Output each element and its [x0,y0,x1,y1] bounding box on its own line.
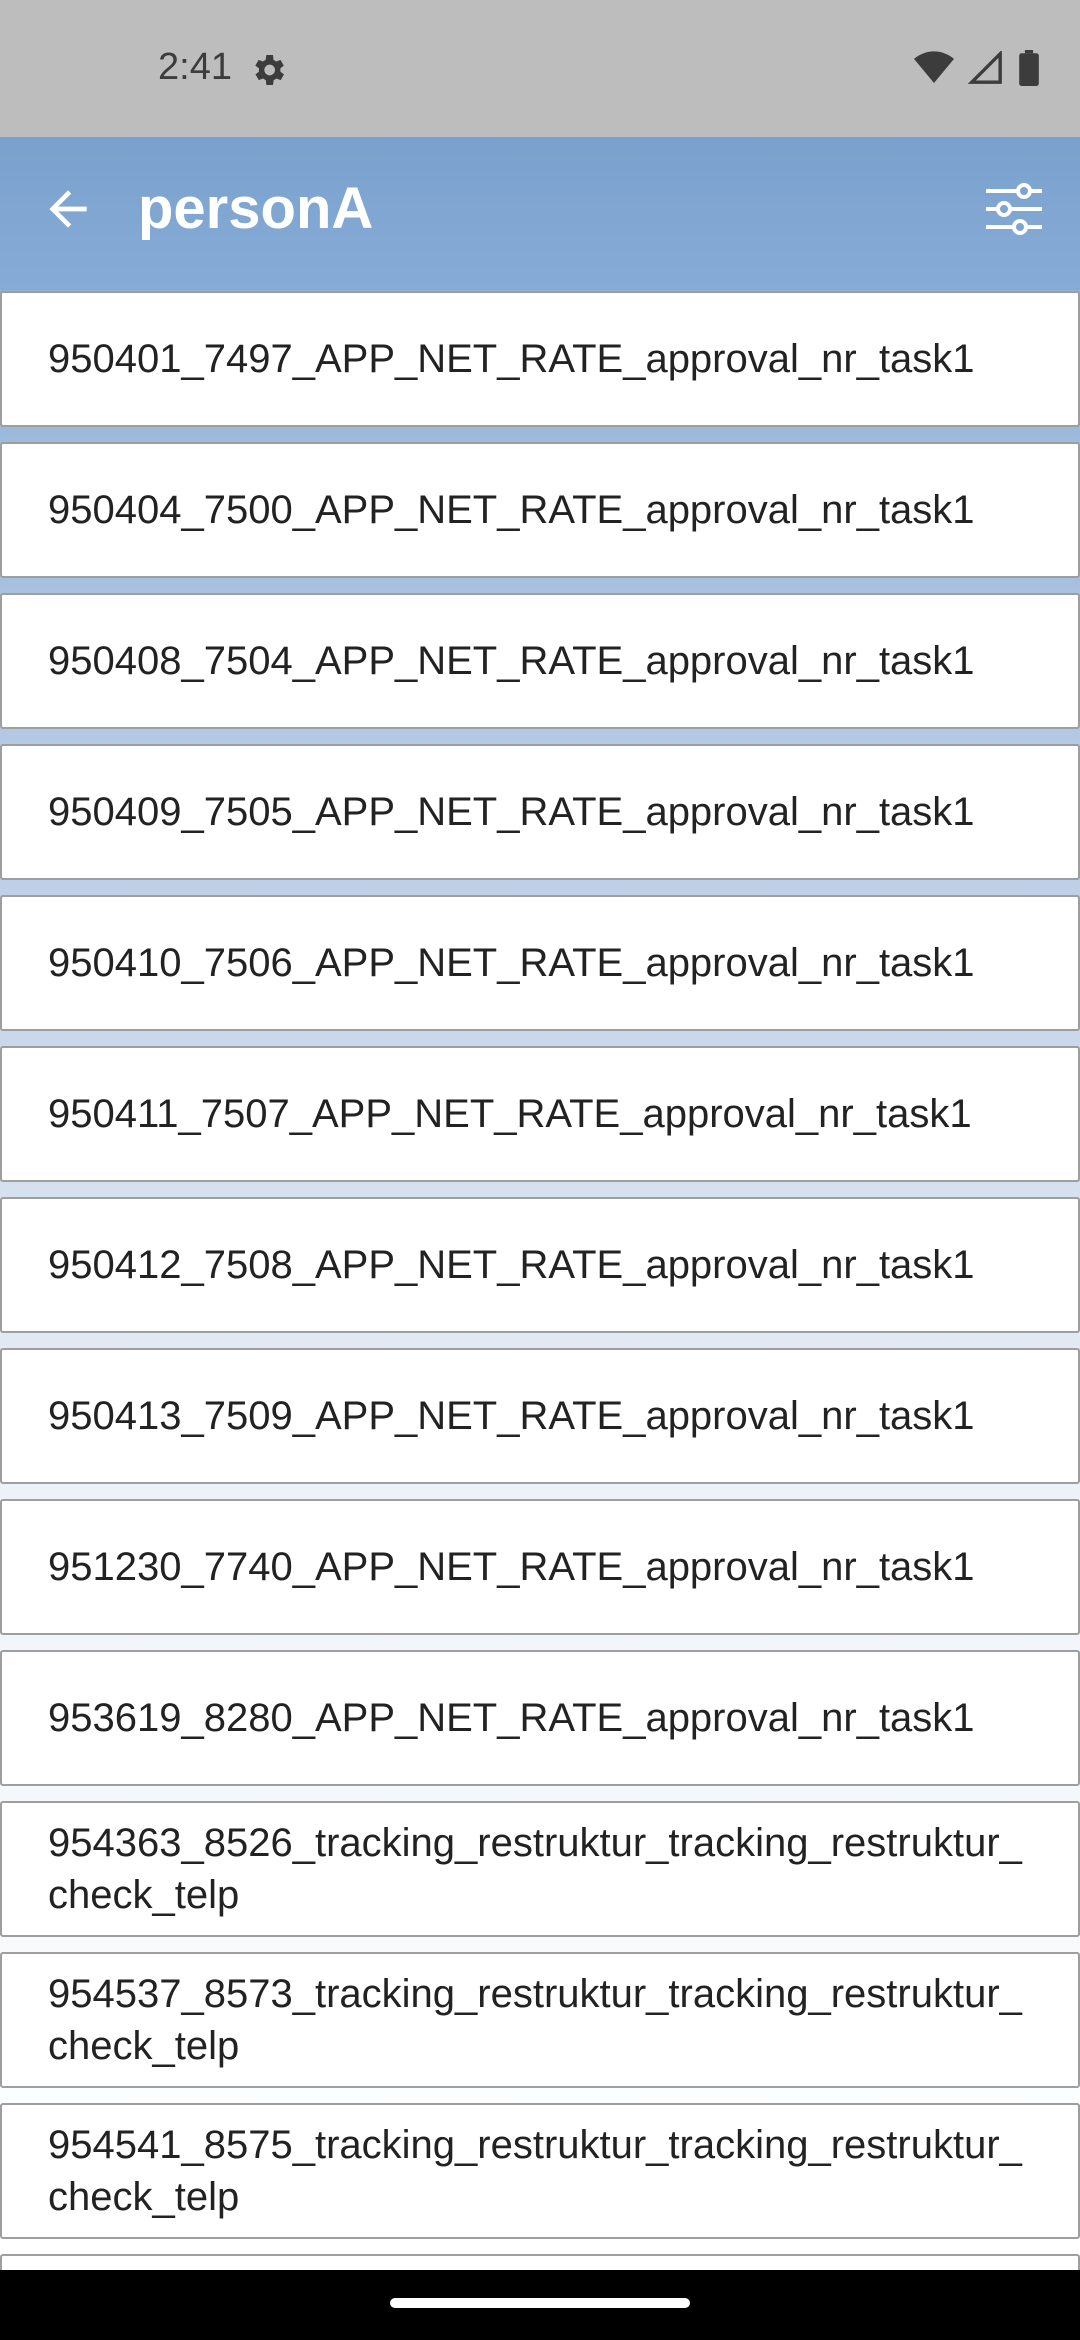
task-list-item[interactable]: 950409_7505_APP_NET_RATE_approval_nr_tas… [0,744,1080,880]
status-bar: 2:41 [0,0,1080,137]
arrow-back-icon [40,181,96,242]
task-label: 954363_8526_tracking_restruktur_tracking… [48,1821,1022,1917]
task-list-item[interactable]: 950412_7508_APP_NET_RATE_approval_nr_tas… [0,1197,1080,1333]
task-list-item[interactable]: 950404_7500_APP_NET_RATE_approval_nr_tas… [0,442,1080,578]
system-navigation-bar [0,2270,1080,2340]
filter-button[interactable] [974,171,1054,251]
cellular-signal-icon [967,49,1004,90]
task-label: 950409_7505_APP_NET_RATE_approval_nr_tas… [48,790,975,834]
task-list-item[interactable]: 954541_8575_tracking_restruktur_tracking… [0,2103,1080,2239]
status-time: 2:41 [158,46,232,88]
back-button[interactable] [28,171,108,251]
app-bar: personA [0,137,1080,290]
wifi-icon [914,51,954,90]
task-label: 950408_7504_APP_NET_RATE_approval_nr_tas… [48,639,975,683]
task-list-item[interactable]: 951230_7740_APP_NET_RATE_approval_nr_tas… [0,1499,1080,1635]
task-label: 950401_7497_APP_NET_RATE_approval_nr_tas… [48,337,975,381]
task-list-item[interactable]: 950408_7504_APP_NET_RATE_approval_nr_tas… [0,593,1080,729]
task-list-item[interactable]: 950411_7507_APP_NET_RATE_approval_nr_tas… [0,1046,1080,1182]
task-list-item[interactable]: 953619_8280_APP_NET_RATE_approval_nr_tas… [0,1650,1080,1786]
task-label: 953619_8280_APP_NET_RATE_approval_nr_tas… [48,1696,975,1740]
task-list-item[interactable]: 950413_7509_APP_NET_RATE_approval_nr_tas… [0,1348,1080,1484]
task-label: 954537_8573_tracking_restruktur_tracking… [48,1972,1022,2068]
page-title: personA [138,176,374,241]
task-list-item[interactable]: 950401_7497_APP_NET_RATE_approval_nr_tas… [0,291,1080,427]
task-label: 950411_7507_APP_NET_RATE_approval_nr_tas… [48,1092,972,1136]
tune-sliders-icon [984,181,1044,242]
task-list: 950401_7497_APP_NET_RATE_approval_nr_tas… [0,291,1080,2340]
task-label: 950412_7508_APP_NET_RATE_approval_nr_tas… [48,1243,975,1287]
task-list-item[interactable]: 950410_7506_APP_NET_RATE_approval_nr_tas… [0,895,1080,1031]
task-list-item[interactable]: 954537_8573_tracking_restruktur_tracking… [0,1952,1080,2088]
battery-icon [1018,50,1040,91]
task-list-screen: 2:41 personA 950401_7497_APP_NET_RATE_ap… [0,0,1080,2340]
task-list-item[interactable]: 954363_8526_tracking_restruktur_tracking… [0,1801,1080,1937]
settings-gear-icon [248,50,288,90]
task-label: 951230_7740_APP_NET_RATE_approval_nr_tas… [48,1545,975,1589]
task-label: 950404_7500_APP_NET_RATE_approval_nr_tas… [48,488,975,532]
task-label: 954541_8575_tracking_restruktur_tracking… [48,2123,1022,2219]
home-gesture-handle[interactable] [390,2298,690,2308]
task-label: 950410_7506_APP_NET_RATE_approval_nr_tas… [48,941,975,985]
status-icons [914,49,1040,91]
task-label: 950413_7509_APP_NET_RATE_approval_nr_tas… [48,1394,975,1438]
